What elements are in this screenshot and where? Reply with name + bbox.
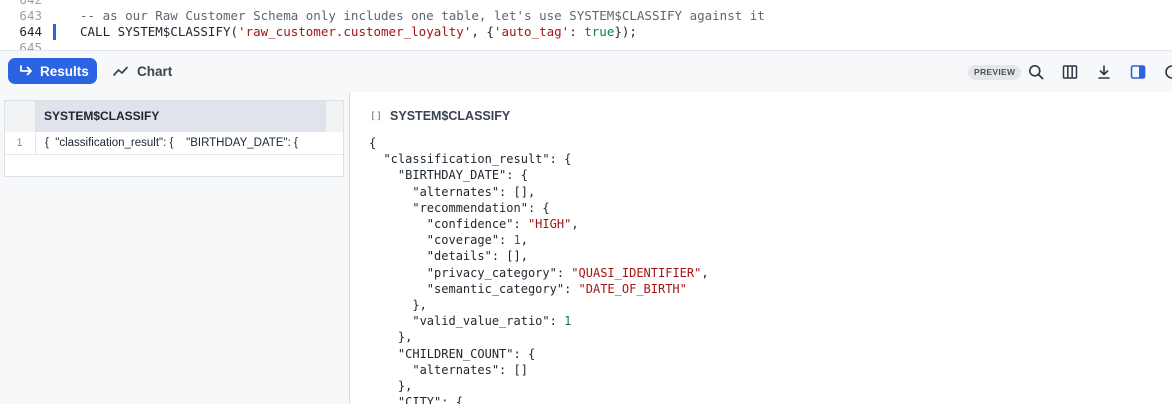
json-line: "details": [], [426,249,528,264]
results-tab-label: Results [40,63,89,79]
grid-header-row: SYSTEM$CLASSIFY [5,101,343,132]
result-cell[interactable]: { "classification_result": { "BIRTHDAY_D… [35,132,326,154]
json-line: "semantic_category": "DATE_OF_BIRTH" [426,281,687,296]
columns-icon[interactable] [1062,64,1078,80]
json-line: "CITY": { [397,395,463,404]
editor-line[interactable]: 644 CALL SYSTEM$CLASSIFY('raw_customer.cu… [0,24,1172,40]
json-line: "recommendation": { [412,200,550,215]
line-number: 643 [19,8,42,23]
json-line: "alternates": [] [412,362,528,377]
array-bracket-icon: [] [370,110,383,122]
results-grid: SYSTEM$CLASSIFY 1 { "classification_resu… [4,100,344,177]
json-line: "alternates": [], [412,184,536,199]
line-number: 644 [19,24,42,39]
json-line: }, [412,298,427,313]
editor-line[interactable]: 645 [0,40,1172,51]
code-text: -- as our Raw Customer Schema only inclu… [80,8,765,23]
results-toolbar: Results Chart PREVIEW [0,51,1172,93]
preview-badge: PREVIEW [968,65,1022,80]
chart-tab-button[interactable]: Chart [113,58,172,84]
column-header-system-classify[interactable]: SYSTEM$CLASSIFY [35,101,326,132]
editor-line[interactable]: 643 -- as our Raw Customer Schema only in… [0,8,1172,24]
row-number: 1 [16,137,23,149]
json-line: "valid_value_ratio": 1 [412,314,572,329]
table-row[interactable]: 1 { "classification_result": { "BIRTHDAY… [5,132,343,155]
editor-line[interactable]: 642 [0,0,1172,8]
download-icon[interactable] [1096,64,1112,80]
json-line: "privacy_category": "QUASI_IDENTIFIER", [426,265,709,280]
json-viewer[interactable]: { "classification_result": { "BIRTHDAY_D… [369,135,709,404]
json-line: "classification_result": { [383,152,572,167]
code-text: CALL SYSTEM$CLASSIFY('raw_customer.custo… [80,24,637,39]
clock-icon[interactable] [1164,64,1172,80]
json-line: }, [397,330,413,345]
json-line: "BIRTHDAY_DATE": { [397,168,528,183]
results-grid-panel: SYSTEM$CLASSIFY 1 { "classification_resu… [0,92,350,404]
results-tab-button[interactable]: Results [8,58,97,84]
json-line: }, [397,379,413,394]
json-line: "CHILDREN_COUNT": { [397,346,536,361]
cell-detail-pane: [] SYSTEM$CLASSIFY { "classification_res… [350,92,1172,404]
return-arrow-icon [20,65,32,76]
sql-editor[interactable]: 642643 -- as our Raw Customer Schema only… [0,0,1172,51]
detail-title: SYSTEM$CLASSIFY [390,109,511,123]
chart-tab-label: Chart [137,63,173,79]
json-line: "coverage": 1, [426,233,528,248]
active-line-marker [53,24,56,40]
line-chart-icon [113,66,128,76]
grid-corner-cell [5,101,34,132]
line-number: 645 [19,40,42,51]
search-icon[interactable] [1028,64,1044,80]
json-line: "confidence": "HIGH", [426,217,579,232]
line-number: 642 [0,0,42,8]
json-line: { [369,136,377,150]
detail-header: [] SYSTEM$CLASSIFY [370,108,510,124]
split-pane-icon[interactable] [1130,64,1146,80]
